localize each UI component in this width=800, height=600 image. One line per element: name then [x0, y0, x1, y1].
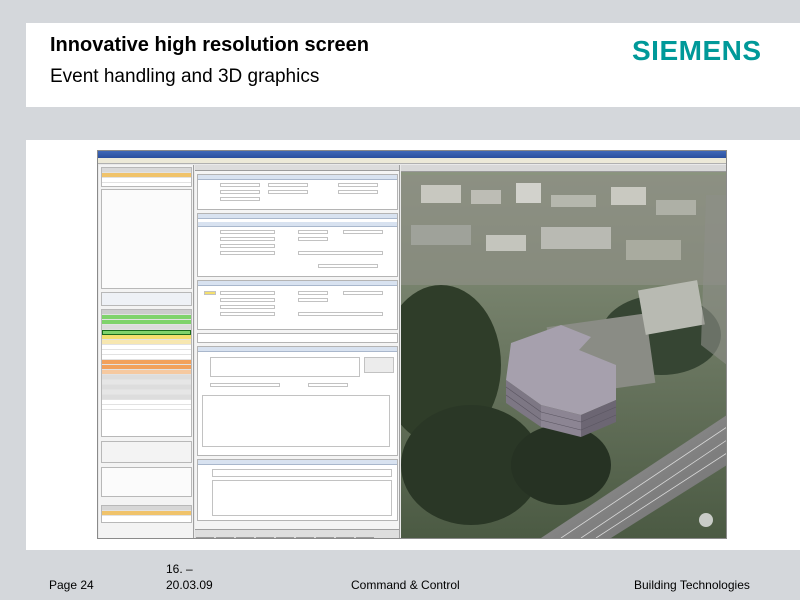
application-screenshot	[97, 150, 727, 539]
app-window-titlebar	[98, 151, 726, 158]
incident-form-panel	[195, 165, 400, 538]
aerial-city-image	[401, 165, 726, 538]
slide-subtitle: Event handling and 3D graphics	[50, 66, 320, 87]
slide-title: Innovative high resolution screen	[50, 34, 369, 56]
form-section-caller	[197, 213, 398, 277]
footer-date-line1: 16. –	[166, 562, 193, 576]
footer-section: Command & Control	[351, 578, 460, 592]
form-section-event	[197, 174, 398, 210]
left-margin-band	[0, 122, 26, 550]
form-section-notes	[197, 346, 398, 456]
divider-band	[26, 122, 800, 140]
app-menubar	[98, 158, 726, 164]
footer-date-line2: 20.03.09	[166, 578, 213, 592]
filter-box	[101, 292, 192, 306]
form-section-location	[197, 280, 398, 330]
status-box	[101, 467, 192, 497]
footer-division: Building Technologies	[634, 578, 750, 592]
event-list-panel	[99, 165, 194, 538]
form-tabs	[195, 165, 399, 171]
footer-page-number: Page 24	[49, 578, 94, 592]
footer-band	[0, 550, 800, 600]
siemens-logo: SIEMENS	[632, 35, 762, 66]
form-type-row	[197, 333, 398, 343]
alarm-list	[101, 309, 192, 437]
units-list	[101, 505, 192, 523]
empty-list-area	[101, 189, 192, 289]
presentation-slide: Innovative high resolution screen Event …	[0, 0, 800, 600]
event-table-top	[101, 167, 192, 187]
form-section-info	[197, 459, 398, 521]
controls-box	[101, 441, 192, 463]
map-tabs	[401, 165, 726, 172]
form-button-bar	[195, 529, 399, 538]
map-3d-view	[401, 165, 726, 538]
